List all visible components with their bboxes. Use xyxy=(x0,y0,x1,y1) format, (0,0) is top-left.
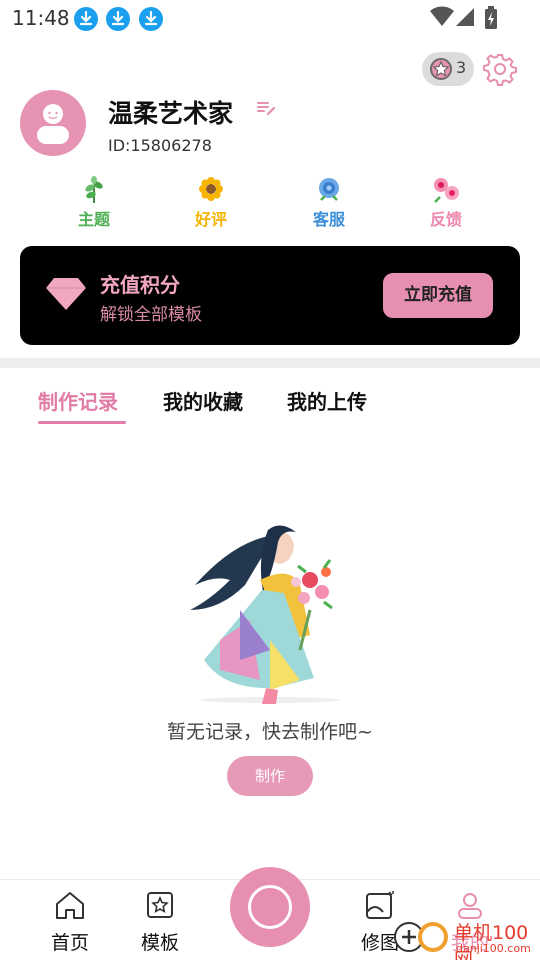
quick-action-service[interactable]: 客服 xyxy=(289,176,369,230)
recharge-subtitle: 解锁全部模板 xyxy=(100,305,202,325)
star-frame-icon xyxy=(130,890,190,922)
quick-action-label: 客服 xyxy=(312,210,345,229)
star-count-badge[interactable]: 3 xyxy=(422,52,474,86)
download-icon xyxy=(74,7,98,31)
nav-home[interactable]: 首页 xyxy=(40,890,100,955)
leaf-icon xyxy=(54,176,134,204)
watermark-url: danji100.com xyxy=(456,942,531,955)
recharge-banner[interactable]: 充值积分 解锁全部模板 立即充值 xyxy=(20,246,520,345)
wifi-icon xyxy=(430,6,454,32)
diamond-icon xyxy=(46,276,86,316)
recharge-title: 充值积分 xyxy=(100,273,180,297)
username: 温柔艺术家 xyxy=(108,99,234,128)
sunflower-icon xyxy=(171,176,251,204)
section-divider xyxy=(0,358,540,368)
watermark-ring-icon xyxy=(418,922,448,952)
create-icon xyxy=(248,885,292,929)
download-icon xyxy=(139,7,163,31)
recharge-now-button[interactable]: 立即充值 xyxy=(383,273,493,318)
status-time: 11:48 xyxy=(12,6,70,30)
create-center-button[interactable] xyxy=(230,867,310,947)
nav-label: 首页 xyxy=(50,932,89,954)
quick-action-label: 主题 xyxy=(77,210,110,229)
blue-flower-icon xyxy=(289,176,369,204)
empty-state-text: 暂无记录，快去制作吧~ xyxy=(167,721,373,743)
home-icon xyxy=(40,890,100,922)
tab-uploads[interactable]: 我的上传 xyxy=(287,386,367,415)
tab-make-records[interactable]: 制作记录 xyxy=(38,386,118,415)
active-tab-indicator xyxy=(38,421,126,424)
tab-favorites[interactable]: 我的收藏 xyxy=(163,386,243,415)
star-count: 3 xyxy=(456,58,467,77)
quick-action-review[interactable]: 好评 xyxy=(171,176,251,230)
make-button[interactable]: 制作 xyxy=(227,756,313,796)
avatar[interactable] xyxy=(20,90,86,156)
edit-name-icon[interactable] xyxy=(256,100,276,120)
user-id: ID:15806278 xyxy=(108,136,212,155)
battery-icon xyxy=(484,6,498,34)
star-icon xyxy=(430,58,452,80)
quick-action-theme[interactable]: 主题 xyxy=(54,176,134,230)
settings-gear-icon[interactable] xyxy=(483,52,517,90)
quick-action-label: 反馈 xyxy=(429,210,462,229)
status-bar: 11:48 xyxy=(0,0,540,38)
quick-action-label: 好评 xyxy=(194,210,227,229)
quick-action-feedback[interactable]: 反馈 xyxy=(406,176,486,230)
watermark-logo: 单机100网 danji100.com xyxy=(392,918,540,960)
empty-state-illustration xyxy=(180,520,360,705)
signal-icon xyxy=(456,6,476,32)
download-icon xyxy=(106,7,130,31)
nav-templates[interactable]: 模板 xyxy=(130,890,190,955)
pink-flower-icon xyxy=(406,176,486,204)
nav-label: 模板 xyxy=(140,932,179,954)
